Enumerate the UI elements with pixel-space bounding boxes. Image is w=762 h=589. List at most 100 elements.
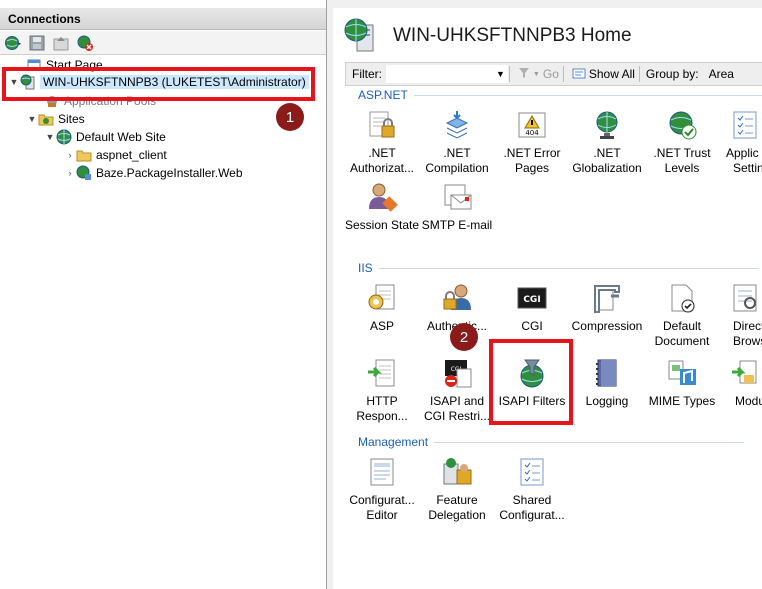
section-heading: IIS [358, 261, 373, 275]
chevron-down-icon[interactable]: ▼ [44, 132, 56, 142]
feature-label-line2: Compilation [425, 161, 489, 175]
save-icon[interactable] [28, 34, 46, 52]
go-button[interactable]: ▼ Go [518, 67, 559, 82]
http-headers-icon [365, 356, 399, 390]
email-icon [440, 180, 474, 214]
step-badge-1: 1 [276, 103, 304, 131]
feature-label-line2: CGI Restri... [423, 409, 490, 423]
chevron-right-icon[interactable]: › [64, 168, 76, 178]
default-document-icon [665, 281, 699, 315]
feature-label-line1: Modu [735, 394, 762, 408]
connections-toolbar [0, 31, 326, 55]
user-session-icon [365, 180, 399, 214]
feature-label-line2: Respon... [356, 409, 408, 423]
feature-isapi-cgi-restrictions[interactable]: CGI ISAPI and CGI Restri... [419, 356, 495, 424]
feature-http-response-headers[interactable]: HTTP Respon... [344, 356, 420, 424]
feature-label-line1: .NET Error [503, 146, 561, 160]
feature-label-line1: .NET [443, 146, 471, 160]
funnel-icon [518, 67, 530, 82]
tree-item-sites[interactable]: ▼ Sites [26, 110, 85, 128]
filter-label: Filter: [352, 67, 382, 81]
feature-label-line2: Globalization [572, 161, 642, 175]
feature-shared-configuration[interactable]: Shared Configurat... [494, 455, 570, 523]
web-application-icon [76, 165, 92, 181]
feature-label-line1: Shared [512, 493, 552, 507]
settings-list-icon [729, 108, 762, 142]
page-title: WIN-UHKSFTNNPB3 Home [393, 25, 632, 46]
tree-item-label: Default Web Site [76, 130, 166, 144]
up-icon[interactable] [52, 34, 70, 52]
feature-net-authorization[interactable]: .NET Authorizat... [344, 108, 420, 176]
sites-folder-icon [38, 111, 54, 127]
filter-input[interactable] [386, 65, 508, 83]
feature-label-line2: Document [654, 334, 710, 348]
section-divider [413, 94, 762, 96]
tree-item-default-web-site[interactable]: ▼ Default Web Site [44, 128, 166, 146]
group-by-select[interactable]: Area [709, 67, 734, 81]
feature-asp[interactable]: ASP [344, 281, 420, 334]
trust-globe-icon [665, 108, 699, 142]
connect-globe-icon[interactable] [4, 34, 22, 52]
feature-label-line1: SMTP E-mail [421, 218, 493, 232]
feature-net-compilation[interactable]: .NET Compilation [419, 108, 495, 176]
toolbar-divider [562, 66, 564, 82]
feature-label-line1: ASP [369, 319, 394, 333]
toolbar-divider [508, 66, 510, 82]
chevron-down-icon: ▼ [532, 70, 540, 78]
feature-label-line1: Logging [585, 394, 629, 408]
feature-label-line1: Compression [571, 319, 643, 333]
feature-logging[interactable]: Logging [569, 356, 645, 409]
feature-label-line2: Settin [733, 161, 762, 175]
feature-feature-delegation[interactable]: Feature Delegation [419, 455, 495, 523]
feature-label-line2: Configurat... [499, 508, 565, 522]
feature-label-line2: Authorizat... [349, 161, 415, 175]
connections-header: Connections [0, 8, 326, 30]
go-label: Go [542, 67, 559, 81]
chevron-down-icon[interactable]: ▼ [26, 114, 38, 124]
section-heading: ASP.NET [358, 88, 408, 102]
section-aspnet: ASP.NET [358, 88, 762, 102]
feature-configuration-editor[interactable]: Configurat... Editor [344, 455, 420, 523]
modules-icon [729, 356, 762, 390]
tree-item-label: Sites [58, 112, 85, 126]
feature-label-line1: .NET [368, 146, 396, 160]
show-all-icon [572, 67, 586, 82]
filter-toolbar: Filter: ▼ ▼ Go Show All Group by: Area [345, 62, 762, 86]
globe-stand-icon [590, 108, 624, 142]
feature-session-state[interactable]: Session State [344, 180, 420, 233]
disconnect-icon[interactable] [76, 34, 94, 52]
feature-net-error-pages[interactable]: 404 .NET Error Pages [494, 108, 570, 176]
feature-net-globalization[interactable]: .NET Globalization [569, 108, 645, 176]
feature-directory-browsing[interactable]: Direct Brows [719, 281, 762, 349]
feature-application-settings[interactable]: Applic Settin [719, 108, 762, 176]
feature-smtp-email[interactable]: SMTP E-mail [419, 180, 495, 233]
section-divider [434, 441, 745, 443]
feature-cgi[interactable]: CGI CGI [494, 281, 570, 334]
feature-label-line1: Applic [726, 146, 759, 160]
server-home-icon [343, 17, 379, 56]
folder-icon [76, 147, 92, 163]
cgi-terminal-icon: CGI [515, 281, 549, 315]
shared-configuration-icon [515, 455, 549, 489]
section-management: Management [358, 435, 745, 449]
svg-text:404: 404 [525, 129, 539, 137]
feature-mime-types[interactable]: MIME Types [644, 356, 720, 409]
configuration-editor-icon [365, 455, 399, 489]
feature-net-trust-levels[interactable]: .NET Trust Levels [644, 108, 720, 176]
feature-modules[interactable]: Modu [719, 356, 762, 409]
feature-delegation-icon [440, 455, 474, 489]
show-all-button[interactable]: Show All [572, 67, 635, 82]
feature-compression[interactable]: Compression [569, 281, 645, 334]
feature-label-line1: MIME Types [648, 394, 716, 408]
chevron-right-icon[interactable]: › [64, 150, 76, 160]
tree-item-label: Baze.PackageInstaller.Web [96, 166, 243, 180]
tree-item-baze[interactable]: › Baze.PackageInstaller.Web [64, 164, 243, 182]
tree-item-label: aspnet_client [96, 148, 167, 162]
tree-item-aspnet-client[interactable]: › aspnet_client [64, 146, 167, 164]
chevron-down-icon[interactable]: ▼ [496, 69, 505, 79]
features-view: WIN-UHKSFTNNPB3 Home Filter: ▼ ▼ Go Show… [333, 8, 762, 589]
asp-page-icon [365, 281, 399, 315]
feature-default-document[interactable]: Default Document [644, 281, 720, 349]
globe-icon [56, 129, 72, 145]
section-iis: IIS [358, 261, 759, 275]
